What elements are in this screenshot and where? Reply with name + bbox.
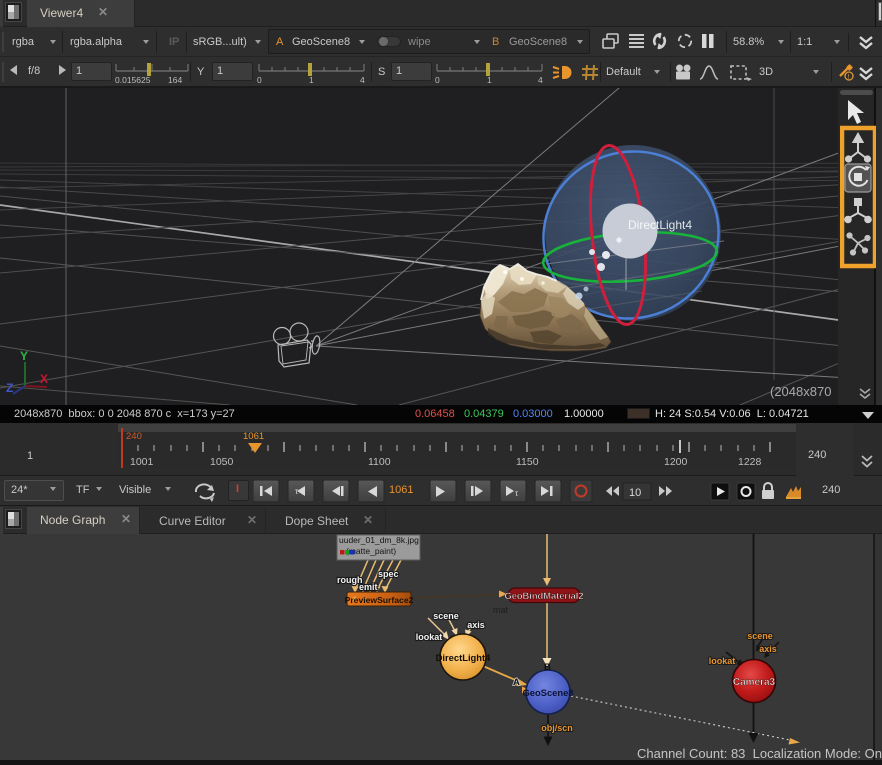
svg-text:10: 10 [629,487,641,499]
svg-text:lookat: lookat [416,632,443,642]
svg-text:axis: axis [759,644,777,654]
svg-text:164: 164 [168,75,182,84]
svg-text:1050: 1050 [210,456,234,468]
svg-text:0.015625: 0.015625 [115,75,151,84]
svg-text:GeoBindMaterial2: GeoBindMaterial2 [504,591,583,601]
svg-text:1: 1 [487,75,492,84]
svg-text:scene: scene [747,631,773,641]
svg-text:emit: emit [359,582,378,592]
svg-text:scene: scene [433,611,459,621]
svg-text:1228: 1228 [738,456,762,468]
svg-text:axis: axis [467,620,485,630]
svg-text:GeoScene8: GeoScene8 [522,687,573,698]
svg-text:1100: 1100 [368,456,391,468]
svg-text:Z: Z [6,381,13,395]
svg-text:1150: 1150 [516,456,539,468]
svg-text:uuder_01_dm_8k.jpg: uuder_01_dm_8k.jpg [339,535,419,545]
svg-text:DirectLight4: DirectLight4 [436,652,491,663]
svg-text:DirectLight4: DirectLight4 [628,218,692,232]
svg-text:mat: mat [493,605,509,615]
svg-text:1: 1 [309,75,314,84]
svg-text:1001: 1001 [130,456,154,468]
svg-text:Y: Y [20,349,28,363]
svg-text:4: 4 [538,75,543,84]
svg-text:B: B [544,662,551,673]
svg-text:1200: 1200 [664,456,688,468]
svg-text:PreviewSurface2: PreviewSurface2 [345,595,414,605]
svg-text:spec: spec [378,569,399,579]
svg-text:240: 240 [126,431,142,442]
svg-text:A: A [513,677,520,688]
svg-text:1061: 1061 [243,431,264,442]
svg-text:!: ! [848,74,850,81]
svg-text:X: X [40,372,48,386]
svg-text:0: 0 [257,75,262,84]
svg-text:lookat: lookat [709,656,736,666]
svg-text:4: 4 [360,75,365,84]
svg-text:obj/scn: obj/scn [541,723,573,733]
svg-text:Camera3: Camera3 [733,677,776,688]
svg-text:0: 0 [435,75,440,84]
